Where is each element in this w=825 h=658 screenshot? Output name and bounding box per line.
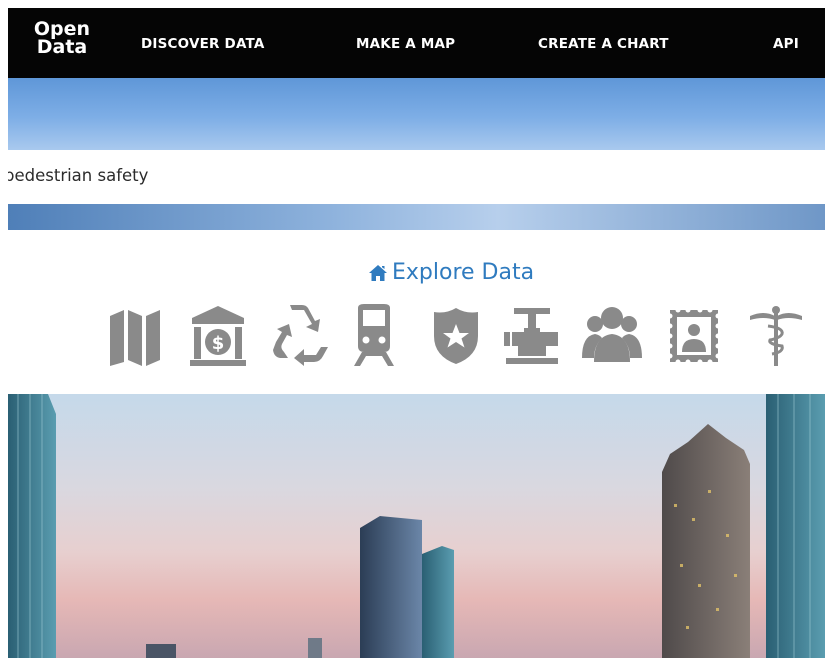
category-stamp-icon[interactable] [664, 302, 724, 368]
explore-panel: Explore Data $ [8, 230, 825, 395]
site-logo[interactable]: Open Data [32, 20, 92, 58]
page: Open Data DISCOVER DATA MAKE A MAP CREAT… [8, 8, 825, 658]
nav-make-a-map[interactable]: MAKE A MAP [356, 36, 455, 52]
explore-data-link[interactable]: Explore Data [368, 260, 534, 288]
home-icon [368, 263, 388, 288]
category-caduceus-icon[interactable] [746, 302, 806, 368]
search-input[interactable]: pedestrian safety [8, 150, 825, 204]
svg-text:$: $ [212, 333, 225, 354]
nav-api[interactable]: API [773, 36, 799, 52]
nav-create-a-chart[interactable]: CREATE A CHART [538, 36, 669, 52]
category-map-icon[interactable] [106, 302, 166, 368]
category-police-shield-icon[interactable] [426, 302, 486, 368]
hero-skyline-image [8, 394, 825, 658]
top-nav: Open Data DISCOVER DATA MAKE A MAP CREAT… [8, 8, 825, 78]
category-train-icon[interactable] [344, 302, 404, 368]
category-bank-icon[interactable]: $ [188, 302, 248, 368]
hero-sky [8, 78, 825, 150]
category-people-icon[interactable] [582, 302, 642, 368]
category-water-valve-icon[interactable] [502, 302, 562, 368]
search-input-value: pedestrian safety [8, 166, 149, 185]
hero-band [8, 204, 825, 230]
category-recycle-icon[interactable] [268, 302, 328, 368]
nav-discover-data[interactable]: DISCOVER DATA [141, 36, 265, 52]
logo-line-2: Data [36, 36, 88, 58]
explore-data-title: Explore Data [392, 260, 535, 285]
